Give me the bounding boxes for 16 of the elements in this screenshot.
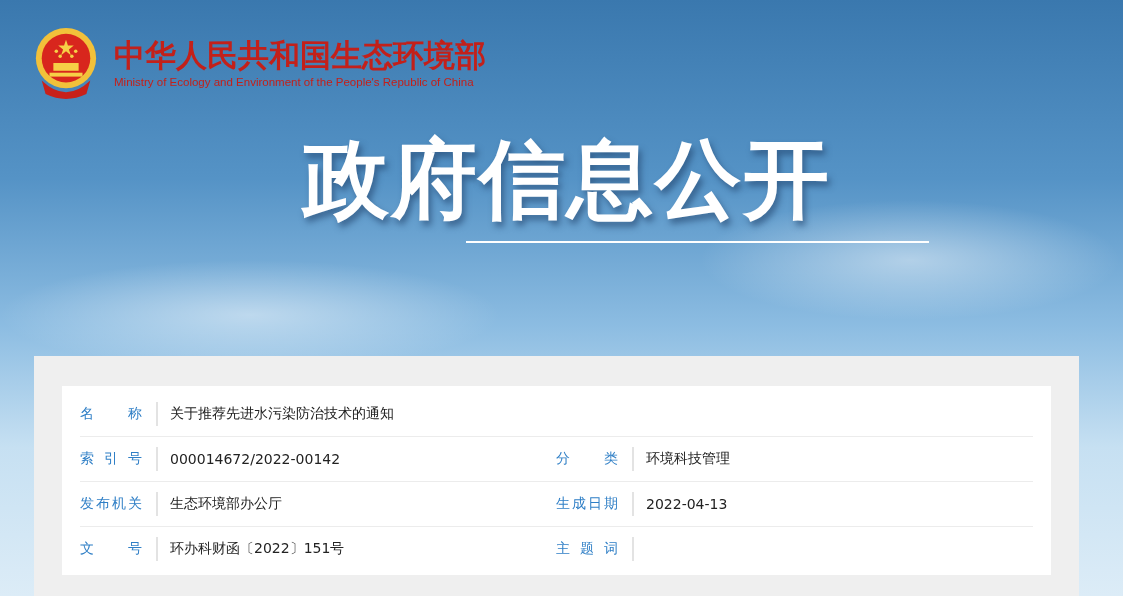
banner-title: 政府信息公开 bbox=[302, 128, 831, 231]
field-value: 关于推荐先进水污染防治技术的通知 bbox=[170, 405, 394, 423]
field-label: 名称 bbox=[80, 405, 143, 423]
ministry-english-name: Ministry of Ecology and Environment of the People's Republic of China bbox=[114, 75, 475, 88]
field-value: 2022-04-13 bbox=[646, 496, 728, 512]
field-label: 主题词 bbox=[556, 540, 619, 558]
field-value: 000014672/2022-00142 bbox=[170, 451, 341, 467]
ministry-name: 中华人民共和国生态环境部 bbox=[114, 38, 486, 73]
field-label: 发布机关 bbox=[80, 495, 143, 513]
field-label: 文号 bbox=[80, 540, 143, 558]
field-value: 环办科财函〔2022〕151号 bbox=[170, 540, 345, 558]
field-value: 生态环境部办公厅 bbox=[170, 495, 282, 513]
field-label: 生成日期 bbox=[556, 495, 619, 513]
field-value: 环境科技管理 bbox=[646, 450, 730, 468]
field-label: 分类 bbox=[556, 450, 619, 468]
field-label: 索引号 bbox=[80, 450, 143, 468]
